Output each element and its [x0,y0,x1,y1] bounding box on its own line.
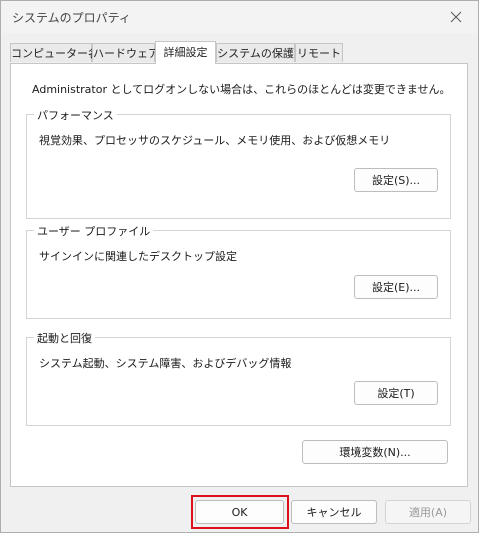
advanced-tab-panel: Administrator としてログオンしない場合は、これらのほとんどは変更で… [10,63,468,487]
startup-recovery-settings-button[interactable]: 設定(T) [354,381,438,405]
apply-button[interactable]: 適用(A) [385,500,471,524]
startup-recovery-group: 起動と回復 システム起動、システム障害、およびデバッグ情報 設定(T) [26,330,451,426]
environment-variables-button[interactable]: 環境変数(N)... [302,440,448,464]
performance-legend: パフォーマンス [34,107,117,123]
user-profile-description: サインインに関連したデスクトップ設定 [39,250,237,263]
user-profile-legend: ユーザー プロファイル [34,223,154,239]
tab-hardware[interactable]: ハードウェア [92,43,159,62]
user-profile-settings-button[interactable]: 設定(E)... [354,275,438,299]
system-properties-dialog: システムのプロパティ コンピューター名 ハードウェア 詳細設定 システムの保護 … [0,0,479,533]
tab-computer-name[interactable]: コンピューター名 [10,43,99,62]
user-profile-group: ユーザー プロファイル サインインに関連したデスクトップ設定 設定(E)... [26,223,451,319]
title-bar: システムのプロパティ [1,1,478,33]
window-title: システムのプロパティ [12,11,131,25]
close-button[interactable] [434,1,478,33]
tab-remote[interactable]: リモート [295,43,343,62]
startup-recovery-description: システム起動、システム障害、およびデバッグ情報 [39,357,292,370]
performance-group: パフォーマンス 視覚効果、プロセッサのスケジュール、メモリ使用、および仮想メモリ… [26,107,451,219]
admin-note: Administrator としてログオンしない場合は、これらのほとんどは変更で… [32,83,451,96]
performance-settings-button[interactable]: 設定(S)... [354,168,438,192]
close-icon [450,11,462,23]
ok-button[interactable]: OK [195,500,284,524]
startup-recovery-legend: 起動と回復 [34,330,95,346]
cancel-button[interactable]: キャンセル [291,500,377,524]
performance-description: 視覚効果、プロセッサのスケジュール、メモリ使用、および仮想メモリ [39,134,391,147]
tab-system-protection[interactable]: システムの保護 [216,43,295,62]
tab-advanced[interactable]: 詳細設定 [155,41,216,64]
